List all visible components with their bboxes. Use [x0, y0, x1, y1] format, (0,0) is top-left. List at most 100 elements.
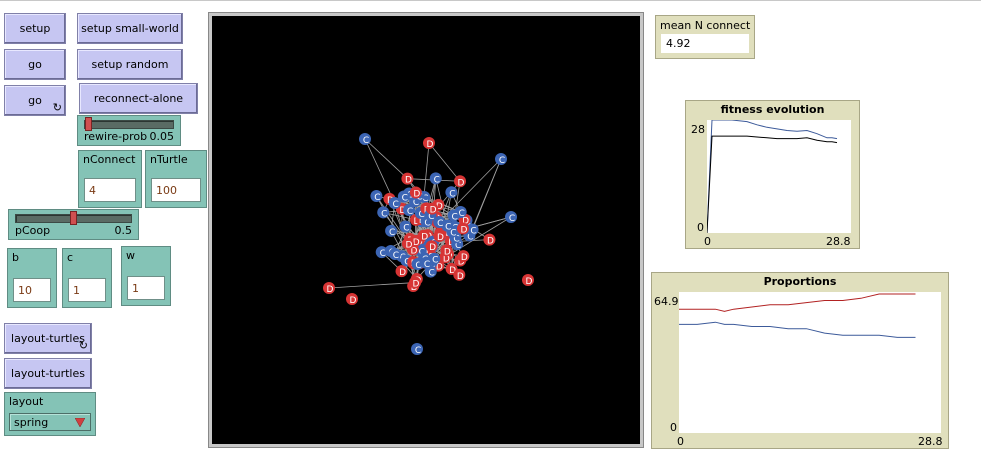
plot-area [706, 119, 851, 234]
y-min-label: 0 [670, 421, 677, 434]
slider-handle[interactable] [70, 211, 77, 225]
setup-small-world-button[interactable]: setup small-world [77, 13, 183, 44]
proportion-lines [679, 293, 916, 338]
go-forever-button[interactable]: go ↻ [4, 85, 66, 116]
nconnect-field[interactable]: 4 [84, 178, 136, 202]
svg-text:D: D [444, 247, 451, 257]
svg-text:C: C [389, 228, 395, 238]
series-line-0 [679, 293, 916, 312]
b-label: b [12, 251, 19, 264]
pcoop-label: pCoop [15, 224, 51, 237]
c-field[interactable]: 1 [68, 278, 106, 302]
svg-text:D: D [461, 226, 468, 236]
dropdown-arrow-icon[interactable] [75, 418, 85, 427]
svg-text:C: C [393, 200, 399, 210]
svg-text:D: D [350, 296, 357, 306]
layout-turtles-button[interactable]: layout-turtles [4, 358, 92, 389]
svg-text:D: D [487, 237, 494, 247]
mean-n-connect-monitor: mean N connect 4.92 [655, 15, 755, 59]
svg-text:D: D [430, 206, 437, 216]
svg-text:C: C [445, 223, 451, 233]
rewire-prob-slider[interactable]: rewire-prob 0.05 [77, 115, 181, 146]
svg-text:D: D [457, 272, 464, 282]
c-input[interactable]: c 1 [62, 248, 112, 308]
nturtle-input[interactable]: nTurtle 100 [145, 150, 207, 208]
svg-text:D: D [429, 243, 436, 253]
proportions-plot[interactable]: Proportions 64.9 0 0 28.8 [651, 272, 949, 449]
w-field[interactable]: 1 [127, 276, 165, 300]
series-line-1 [706, 135, 838, 234]
svg-text:C: C [499, 156, 505, 166]
svg-text:D: D [405, 176, 412, 186]
svg-text:C: C [402, 193, 408, 203]
svg-text:C: C [374, 193, 380, 203]
nconnect-input[interactable]: nConnect 4 [78, 150, 142, 208]
y-max-label: 28 [691, 123, 705, 136]
world-canvas[interactable]: CDDCCCDDDCDCCDDCDCDCDCDCDDCCDDDDDCCCDDDD… [212, 16, 640, 444]
monitor-value: 4.92 [661, 34, 749, 53]
pcoop-slider[interactable]: pCoop 0.5 [8, 209, 139, 240]
svg-text:C: C [381, 209, 387, 219]
reconnect-alone-button[interactable]: reconnect-alone [79, 83, 198, 114]
svg-text:D: D [458, 178, 465, 188]
svg-text:C: C [437, 219, 443, 229]
svg-text:D: D [413, 280, 420, 290]
nconnect-label: nConnect [83, 153, 136, 166]
svg-text:D: D [437, 233, 444, 243]
window-top-border [0, 0, 981, 1]
nturtle-field[interactable]: 100 [151, 178, 201, 202]
layout-turtles-label: layout-turtles [11, 367, 85, 380]
monitor-label: mean N connect [660, 19, 751, 32]
setup-label: setup [19, 22, 51, 35]
x-min-label: 0 [677, 435, 684, 448]
fitness-lines [706, 119, 838, 234]
series-line-0 [706, 119, 838, 234]
c-label: c [67, 251, 74, 264]
pcoop-value: 0.5 [114, 224, 133, 237]
layout-turtles-forever-button[interactable]: layout-turtles ↻ [4, 323, 92, 354]
layout-chooser[interactable]: layout spring [4, 392, 96, 436]
w-label: w [126, 249, 135, 262]
svg-text:D: D [399, 268, 406, 278]
reconnect-alone-label: reconnect-alone [93, 92, 184, 105]
layout-chooser-value-field[interactable]: spring [9, 413, 91, 431]
plot-area [679, 292, 941, 433]
go-label: go [28, 58, 42, 71]
setup-small-world-label: setup small-world [81, 22, 179, 35]
w-input[interactable]: w 1 [121, 246, 171, 306]
fitness-evolution-plot[interactable]: fitness evolution 28 0 0 28.8 [685, 100, 860, 249]
y-min-label: 0 [697, 221, 704, 234]
svg-text:C: C [434, 175, 440, 185]
nturtle-label: nTurtle [150, 153, 188, 166]
x-max-label: 28.8 [826, 235, 851, 248]
svg-text:C: C [393, 251, 399, 261]
svg-text:C: C [509, 214, 515, 224]
layout-chooser-value: spring [14, 416, 49, 429]
world-view[interactable]: CDDCCCDDDCDCCDDCDCDCDCDCDDCCDDDDDCCCDDDD… [208, 12, 644, 448]
x-min-label: 0 [704, 235, 711, 248]
svg-text:C: C [424, 260, 430, 270]
svg-text:D: D [327, 285, 334, 295]
svg-text:D: D [461, 253, 468, 263]
svg-text:D: D [427, 140, 434, 150]
svg-text:C: C [429, 269, 435, 279]
svg-text:C: C [415, 346, 421, 356]
forever-loop-icon: ↻ [78, 339, 88, 352]
slider-handle[interactable] [85, 117, 92, 131]
y-max-label: 64.9 [654, 295, 679, 308]
setup-random-label: setup random [91, 58, 169, 71]
svg-text:D: D [405, 241, 412, 251]
svg-text:D: D [413, 189, 420, 199]
setup-button[interactable]: setup [4, 13, 66, 44]
forever-loop-icon: ↻ [52, 101, 62, 114]
svg-text:C: C [432, 256, 438, 266]
svg-text:C: C [403, 223, 409, 233]
b-field[interactable]: 10 [13, 278, 51, 302]
b-input[interactable]: b 10 [7, 248, 57, 308]
rewire-prob-value: 0.05 [149, 130, 175, 143]
setup-random-button[interactable]: setup random [77, 49, 183, 80]
rewire-prob-label: rewire-prob [84, 130, 148, 143]
go-button[interactable]: go [4, 49, 66, 80]
svg-text:D: D [526, 277, 533, 287]
x-max-label: 28.8 [918, 435, 943, 448]
